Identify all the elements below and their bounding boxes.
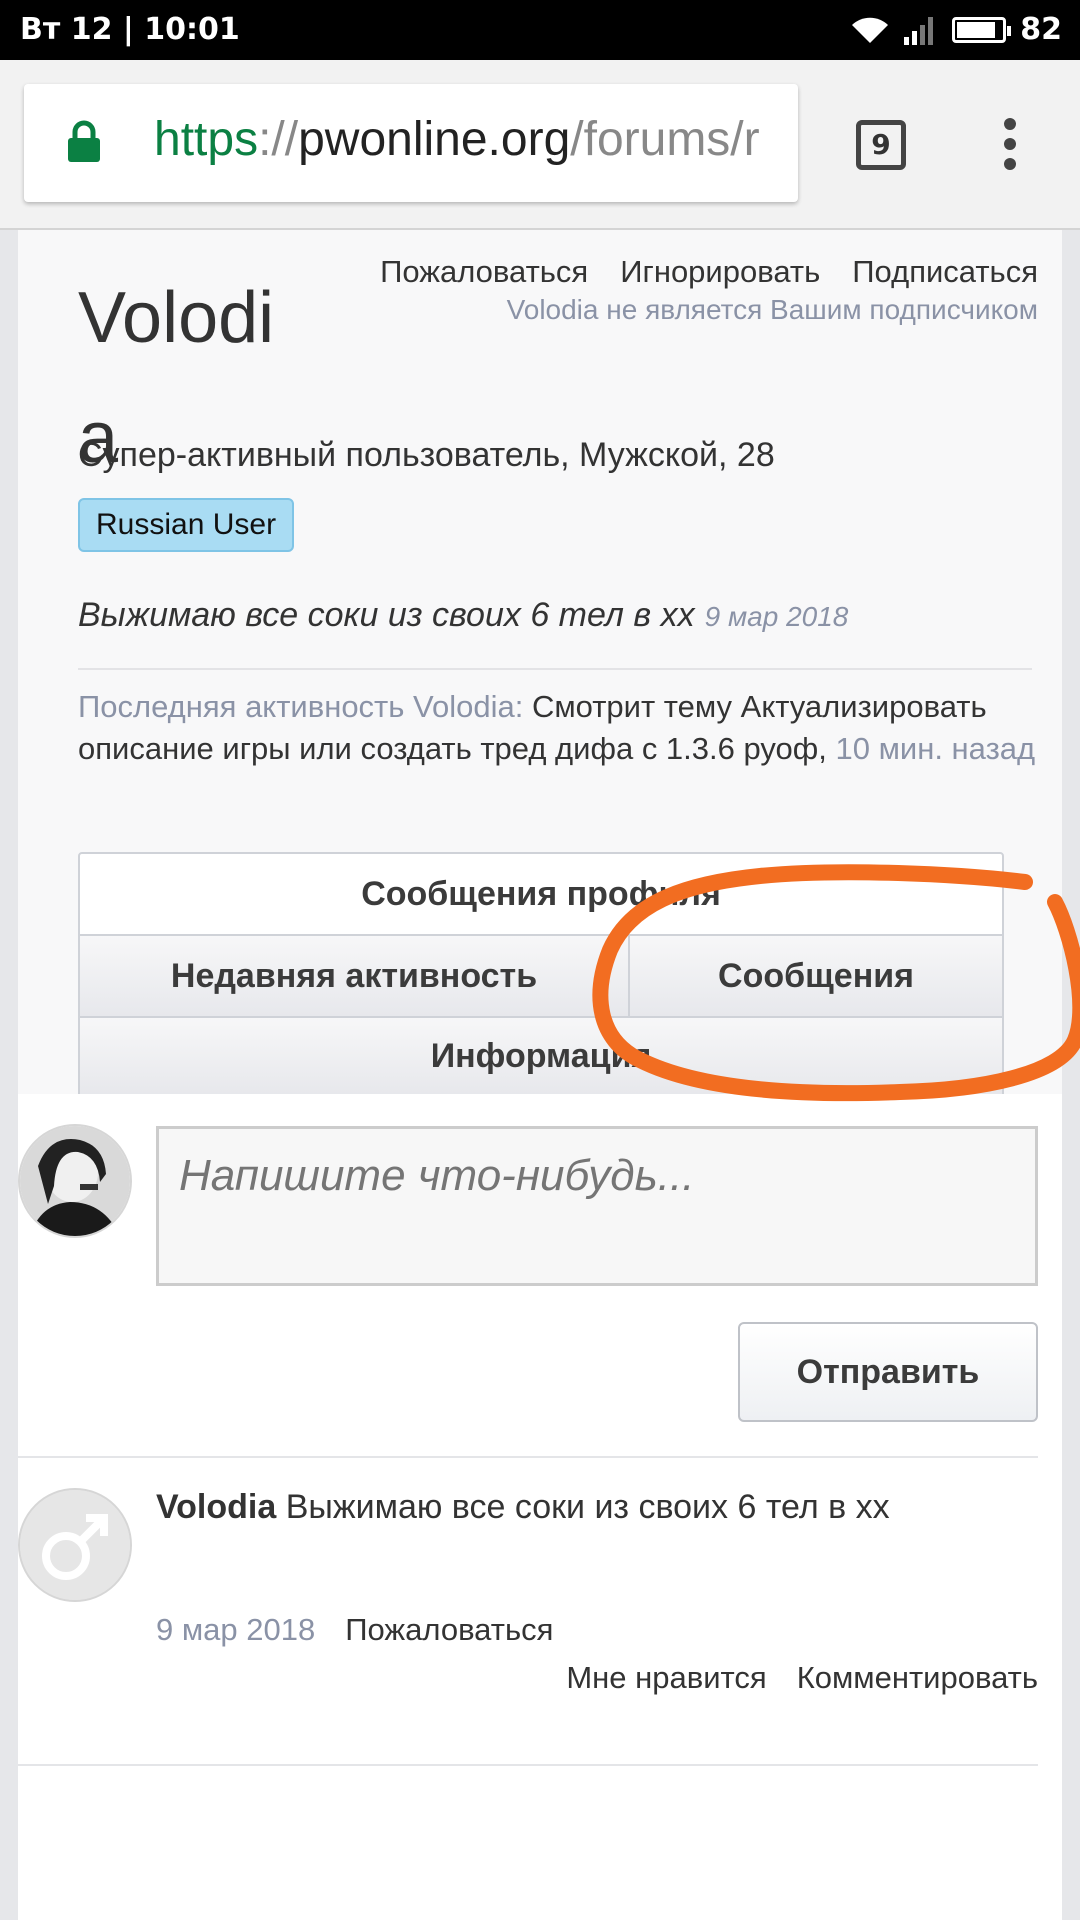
feed-separator-bottom [18, 1764, 1038, 1766]
post-meta: 9 мар 2018 Пожаловаться [156, 1612, 553, 1648]
profile-card: Volodia Пожаловаться Игнорировать Подпис… [18, 230, 1062, 1096]
status-date[interactable]: 9 мар 2018 [705, 601, 849, 632]
post-report-link[interactable]: Пожаловаться [345, 1612, 553, 1647]
url-text[interactable]: https://pwonline.org/forums/r [154, 112, 760, 167]
status-icons: 82 [850, 12, 1062, 47]
status-bar: Вт 12 | 10:01 82 [0, 0, 1080, 60]
post-author[interactable]: Volodia [156, 1488, 276, 1526]
url-host: pwonline.org [298, 113, 571, 166]
browser-toolbar: https://pwonline.org/forums/r 9 [0, 60, 1080, 230]
signal-icon [904, 16, 934, 45]
tab-recent-activity[interactable]: Недавняя активность [78, 934, 630, 1018]
user-photo-icon [20, 1126, 130, 1236]
url-scheme: https [154, 113, 259, 166]
post-content: Volodia Выжимаю все соки из своих 6 тел … [156, 1488, 1036, 1527]
post-actions: Мне нравится Комментировать [566, 1660, 1038, 1696]
tab-switcher-button[interactable]: 9 [856, 120, 906, 170]
activity-time: 10 мин. назад [835, 731, 1036, 766]
wifi-icon [852, 17, 889, 43]
battery-icon [952, 16, 1012, 43]
like-link[interactable]: Мне нравится [566, 1660, 766, 1696]
lock-icon [68, 120, 100, 162]
status-text: Выжимаю все соки из своих 6 тел в хх [78, 596, 695, 634]
overflow-menu-icon[interactable] [998, 118, 1022, 174]
activity-prefix: Последняя активность Volodia: [78, 689, 524, 724]
url-path: /forums/r [570, 113, 760, 166]
comment-link[interactable]: Комментировать [797, 1660, 1038, 1696]
url-separator: :// [258, 113, 299, 166]
male-symbol-icon [20, 1490, 130, 1600]
user-badge: Russian User [78, 498, 295, 552]
follow-link[interactable]: Подписаться [852, 254, 1038, 290]
address-bar[interactable]: https://pwonline.org/forums/r [24, 84, 798, 202]
status-time: Вт 12 | 10:01 [20, 12, 240, 47]
tab-information[interactable]: Информация [78, 1016, 1004, 1096]
battery-percent: 82 [1020, 12, 1062, 47]
send-button[interactable]: Отправить [738, 1322, 1038, 1422]
tab-posts[interactable]: Сообщения [628, 934, 1004, 1018]
follow-note: Volodia не является Вашим подписчиком [506, 294, 1038, 325]
current-user-avatar[interactable] [18, 1124, 132, 1238]
profile-status: Выжимаю все соки из своих 6 тел в хх 9 ма… [78, 596, 848, 635]
post-text: Выжимаю все соки из своих 6 тел в хх [285, 1488, 890, 1526]
post-date[interactable]: 9 мар 2018 [156, 1612, 315, 1647]
report-link[interactable]: Пожаловаться [380, 254, 588, 290]
ignore-link[interactable]: Игнорировать [620, 254, 820, 290]
profile-actions: Пожаловаться Игнорировать Подписаться [380, 254, 1038, 290]
tab-profile-posts[interactable]: Сообщения профиля [78, 852, 1004, 936]
feed-separator [18, 1456, 1038, 1458]
last-activity: Последняя активность Volodia: Смотрит те… [78, 686, 1038, 770]
divider [78, 668, 1032, 670]
profile-subtitle: Супер-активный пользователь, Мужской, 28 [78, 436, 775, 474]
post-author-avatar[interactable] [18, 1488, 132, 1602]
message-input[interactable] [156, 1126, 1038, 1286]
